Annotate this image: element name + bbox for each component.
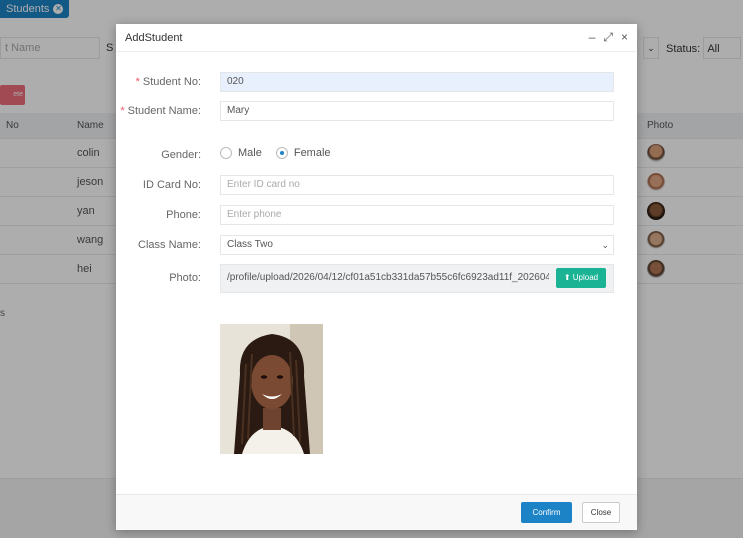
dialog-header: AddStudent – ⤢ ×	[116, 24, 637, 52]
dialog-footer: Confirm Close	[116, 494, 637, 530]
student-no-label: * Student No:	[135, 76, 201, 88]
gender-radio-group: Male Female	[220, 147, 339, 159]
class-name-value: Class Two	[227, 239, 273, 250]
gender-male-label[interactable]: Male	[238, 147, 262, 159]
phone-input[interactable]: Enter phone	[220, 205, 614, 225]
id-card-label: ID Card No:	[142, 179, 201, 191]
class-name-label: Class Name:	[138, 239, 201, 251]
photo-path: /profile/upload/2026/04/12/cf01a51cb331d…	[227, 272, 549, 283]
gender-female-radio[interactable]	[275, 147, 288, 159]
class-name-select[interactable]: Class Two ⌄	[220, 235, 614, 255]
photo-preview	[220, 324, 323, 454]
confirm-button[interactable]: Confirm	[521, 502, 572, 523]
add-student-dialog: AddStudent – ⤢ × * Student No: 020 * Stude…	[116, 24, 637, 530]
dialog-body: * Student No: 020 * Student Name: Mary Gen…	[116, 52, 637, 494]
minimize-icon[interactable]: –	[589, 30, 596, 44]
student-no-input[interactable]: 020	[220, 72, 614, 92]
photo-label: Photo:	[169, 272, 201, 284]
gender-female-label[interactable]: Female	[294, 147, 331, 159]
dialog-tools: – ⤢ ×	[589, 30, 628, 44]
chevron-down-icon: ⌄	[601, 240, 609, 250]
dialog-title: AddStudent	[125, 32, 183, 44]
close-icon[interactable]: ×	[621, 30, 628, 44]
close-button[interactable]: Close	[582, 502, 620, 523]
phone-label: Phone:	[166, 209, 201, 221]
maximize-icon[interactable]: ⤢	[603, 30, 613, 44]
gender-label: Gender:	[161, 149, 201, 161]
upload-button[interactable]: ⬆ Upload	[556, 268, 606, 288]
photo-path-field[interactable]: /profile/upload/2026/04/12/cf01a51cb331d…	[220, 264, 614, 293]
student-name-label: * Student Name:	[120, 105, 201, 117]
upload-icon: ⬆	[563, 273, 571, 282]
gender-male-radio[interactable]	[220, 147, 232, 159]
id-card-input[interactable]: Enter ID card no	[220, 175, 614, 195]
student-photo	[220, 324, 323, 454]
student-name-input[interactable]: Mary	[220, 101, 614, 121]
